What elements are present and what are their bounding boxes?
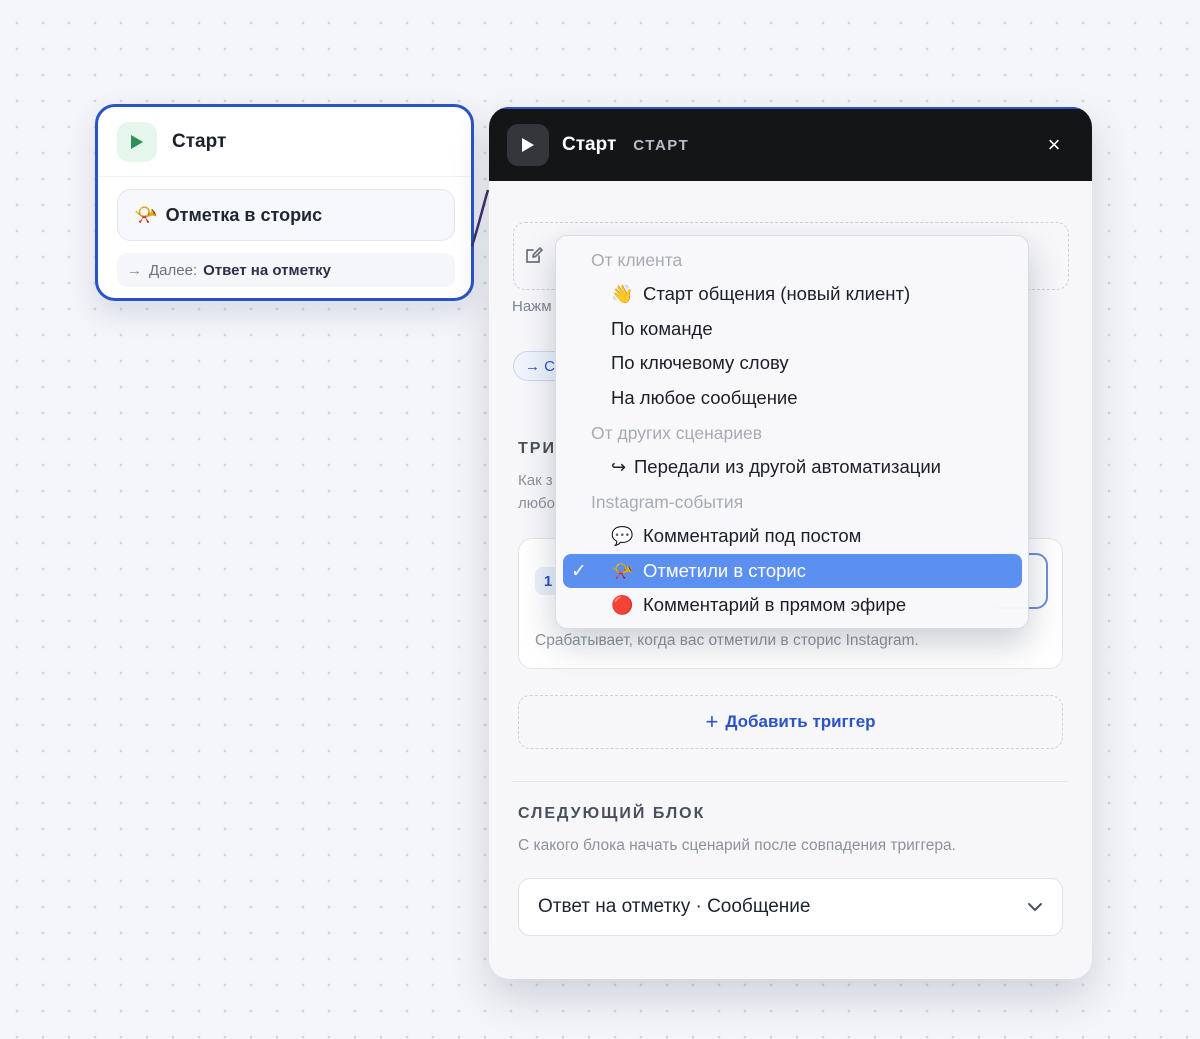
dropdown-item-selected[interactable]: ✓ 📯 Отметили в сторис: [563, 554, 1022, 588]
node-trigger[interactable]: 📯 Отметка в сторис: [117, 189, 455, 241]
waving-hand-icon: 👋: [611, 283, 634, 304]
node-trigger-label: Отметка в сторис: [165, 204, 323, 225]
node-next-target: Ответ на отметку: [203, 261, 331, 279]
panel-header: Старт СТАРТ ×: [489, 107, 1092, 181]
next-block-value: Ответ на отметку · Сообщение: [538, 896, 811, 917]
speech-bubble-icon: 💬: [611, 525, 634, 546]
section-divider: [512, 781, 1068, 782]
dropdown-item[interactable]: По команде: [563, 312, 1022, 346]
dropdown-group-label: Instagram-события: [591, 492, 744, 512]
horn-icon: 📯: [134, 205, 158, 226]
close-icon[interactable]: ×: [1040, 131, 1068, 159]
triggers-section-title: ТРИ: [518, 440, 556, 457]
dropdown-item[interactable]: ↪ Передали из другой автоматизации: [563, 450, 1022, 484]
node-title: Старт: [172, 130, 227, 152]
edit-icon: [526, 247, 543, 263]
dropdown-item-label: Старт общения (новый клиент): [643, 283, 911, 304]
dropdown-item[interactable]: По ключевому слову: [563, 346, 1022, 380]
chevron-down-icon: [1028, 903, 1042, 911]
triggers-description-line1: Как з: [518, 472, 553, 489]
dropdown-item[interactable]: На любое сообщение: [563, 381, 1022, 415]
panel-type-label: СТАРТ: [633, 136, 690, 154]
trigger-caption: Срабатывает, когда вас отметили в сторис…: [535, 632, 919, 649]
triggers-description-line2: любо: [518, 495, 555, 512]
dropdown-item-label: На любое сообщение: [611, 387, 798, 408]
dropdown-item[interactable]: 👋 Старт общения (новый клиент): [563, 277, 1022, 311]
dropdown-item[interactable]: 💬 Комментарий под постом: [563, 519, 1022, 553]
dropdown-group-label: От клиента: [591, 250, 683, 270]
plus-icon: +: [705, 709, 719, 734]
play-icon: [117, 121, 157, 162]
dropdown-group-label: От других сценариев: [591, 423, 763, 443]
trigger-type-dropdown: От клиента 👋 Старт общения (новый клиент…: [555, 235, 1029, 629]
dropdown-item-label: По команде: [611, 318, 713, 339]
check-icon: ✓: [571, 560, 587, 582]
add-trigger-button[interactable]: + Добавить триггер: [518, 695, 1063, 749]
dropdown-item-label: Передали из другой автоматизации: [634, 456, 942, 477]
add-trigger-label: Добавить триггер: [725, 712, 876, 731]
arrow-right-icon: →: [127, 261, 142, 279]
next-block-select[interactable]: Ответ на отметку · Сообщение: [518, 878, 1063, 936]
dropdown-item-label: Комментарий под постом: [643, 525, 862, 546]
node-next-prefix: Далее:: [149, 261, 198, 279]
horn-icon: 📯: [611, 560, 634, 581]
dropdown-item-label: Отметили в сторис: [643, 560, 806, 581]
node-header: Старт: [98, 107, 471, 177]
panel-title: Старт: [562, 134, 617, 155]
dropdown-item-label: По ключевому слову: [611, 352, 789, 373]
dropdown-item[interactable]: 🔴 Комментарий в прямом эфире: [563, 588, 1022, 622]
red-circle-icon: 🔴: [611, 594, 634, 615]
node-next-link[interactable]: → Далее: Ответ на отметку: [117, 253, 455, 287]
next-block-title: СЛЕДУЮЩИЙ БЛОК: [518, 805, 706, 822]
redirect-arrow-icon: ↪: [611, 456, 627, 477]
dropdown-item-label: Комментарий в прямом эфире: [643, 594, 907, 615]
play-icon: [507, 124, 549, 166]
name-hint: Нажм: [512, 298, 552, 315]
start-node[interactable]: Старт 📯 Отметка в сторис → Далее: Ответ …: [95, 104, 474, 301]
next-block-description: С какого блока начать сценарий после сов…: [518, 837, 956, 854]
